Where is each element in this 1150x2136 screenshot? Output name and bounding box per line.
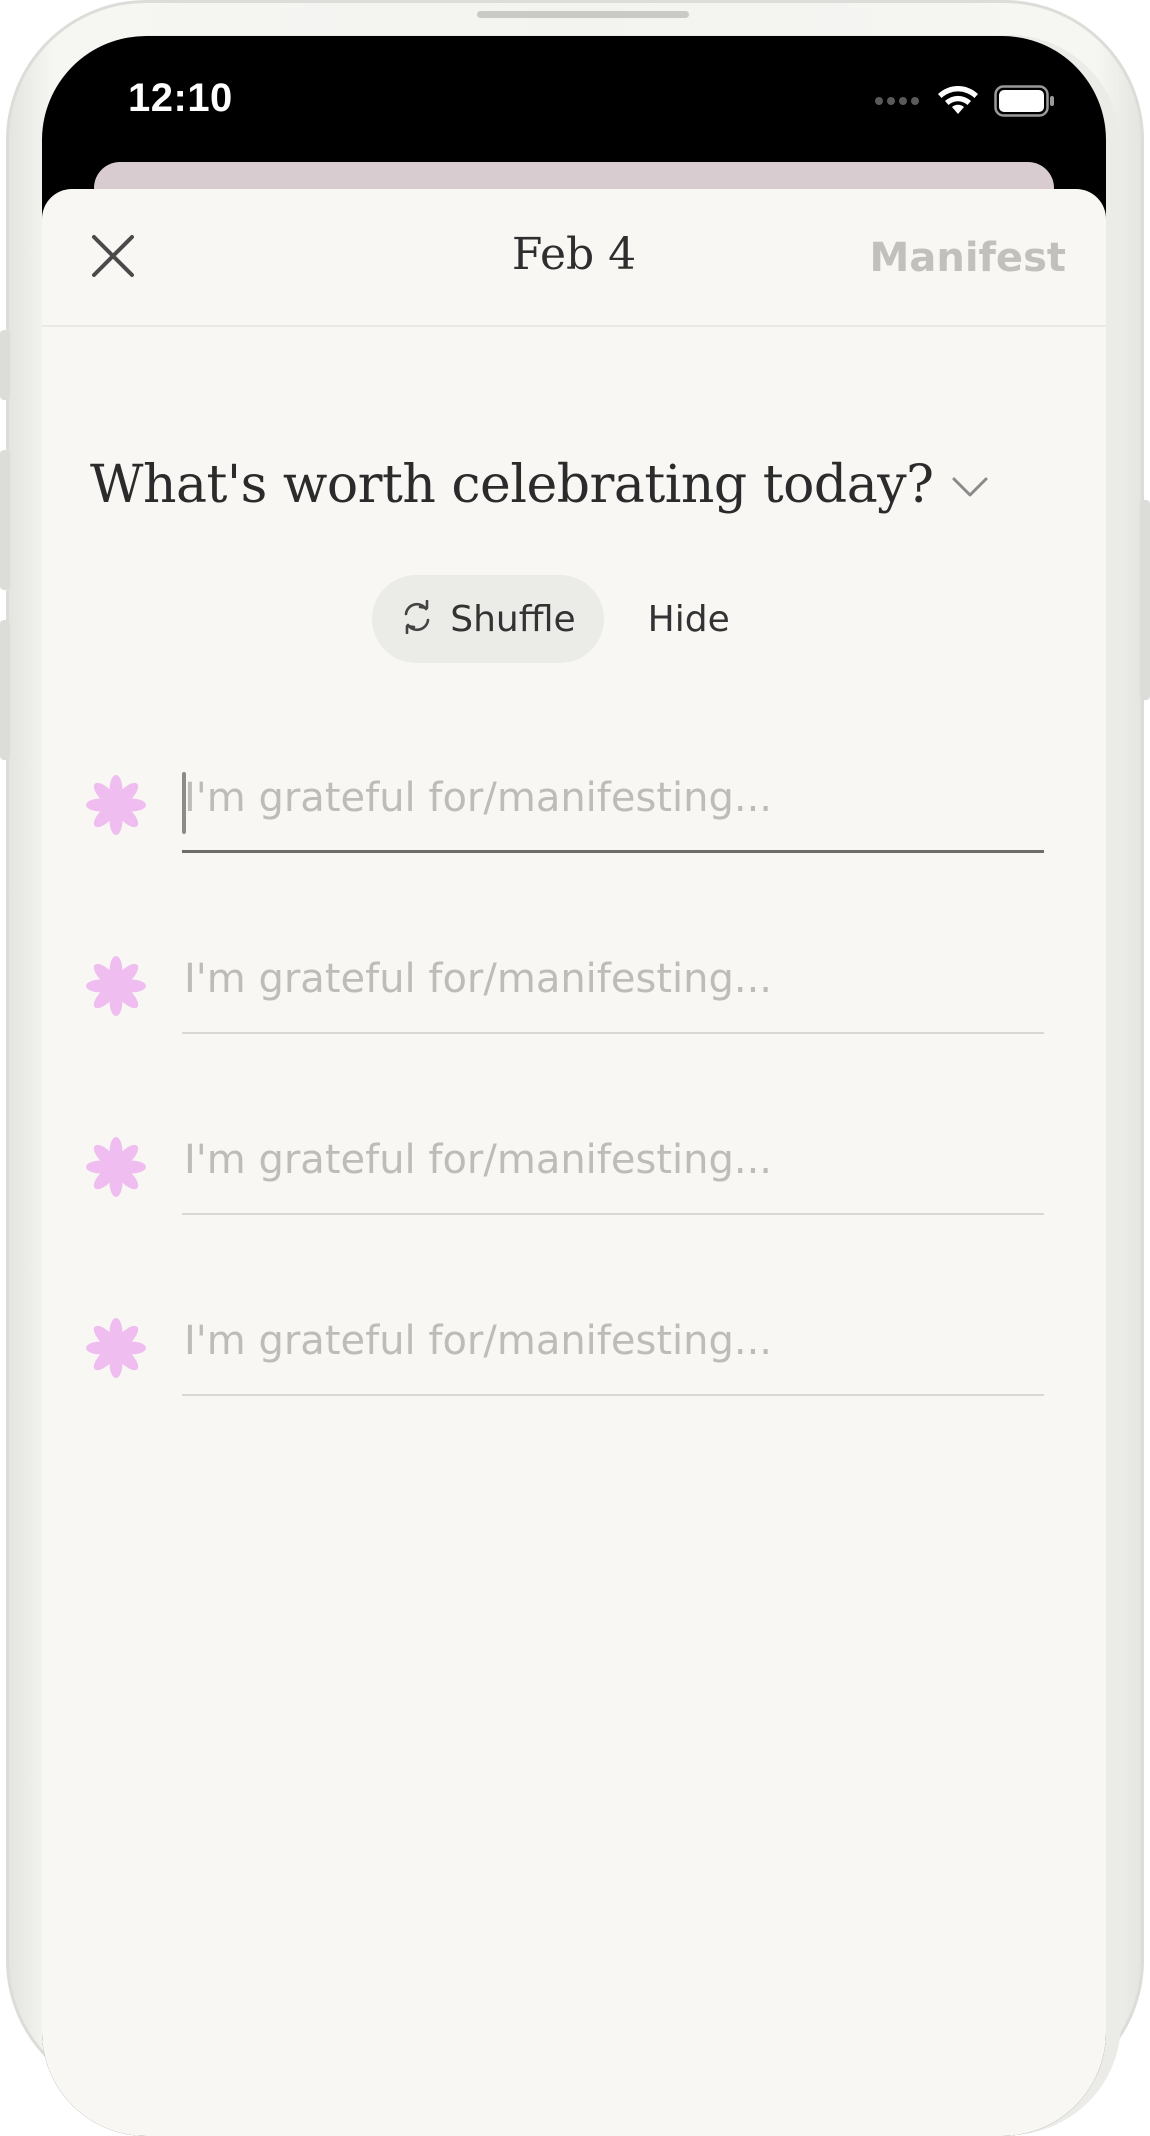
- flower-icon: [84, 954, 148, 1018]
- prompt-actions: Shuffle Hide: [42, 575, 1106, 663]
- gratitude-input[interactable]: [182, 749, 1044, 853]
- volume-up-button: [0, 450, 10, 590]
- hide-label: Hide: [647, 598, 730, 640]
- flower-icon: [84, 773, 148, 837]
- status-bar: 12:10: [42, 36, 1106, 166]
- hide-button[interactable]: Hide: [622, 575, 756, 663]
- prompt-selector[interactable]: What's worth celebrating today?: [90, 455, 1070, 515]
- close-button[interactable]: [82, 227, 144, 289]
- gratitude-input[interactable]: [182, 930, 1044, 1034]
- flower-icon: [84, 1135, 148, 1199]
- battery-icon: [994, 85, 1056, 117]
- cellular-signal-icon: [874, 95, 922, 107]
- shuffle-button[interactable]: Shuffle: [372, 575, 604, 663]
- nav-bar: Feb 4 Manifest: [42, 189, 1106, 327]
- wifi-icon: [936, 84, 980, 118]
- gratitude-input[interactable]: [182, 1111, 1044, 1215]
- close-icon: [91, 234, 135, 283]
- status-time: 12:10: [128, 76, 233, 120]
- power-button: [1140, 500, 1150, 700]
- mute-switch: [0, 330, 10, 400]
- prompt-question: What's worth celebrating today?: [90, 455, 934, 515]
- status-icons: [874, 84, 1056, 118]
- shuffle-label: Shuffle: [450, 598, 576, 640]
- volume-down-button: [0, 620, 10, 760]
- gratitude-entry: [42, 739, 1106, 859]
- entry-sheet: Feb 4 Manifest What's worth celebrating …: [42, 189, 1106, 2136]
- screen: 12:10 Feb 4 Manifest What's worth celebr…: [42, 36, 1106, 2136]
- flower-icon: [84, 1316, 148, 1380]
- gratitude-input[interactable]: [182, 1292, 1044, 1396]
- shuffle-icon: [400, 599, 434, 639]
- chevron-down-icon[interactable]: [951, 476, 989, 498]
- gratitude-entry: [42, 1282, 1106, 1402]
- gratitude-entry: [42, 1101, 1106, 1221]
- text-cursor: [182, 772, 186, 834]
- speaker-grille: [477, 11, 689, 18]
- manifest-button[interactable]: Manifest: [870, 235, 1066, 281]
- gratitude-entry: [42, 920, 1106, 1040]
